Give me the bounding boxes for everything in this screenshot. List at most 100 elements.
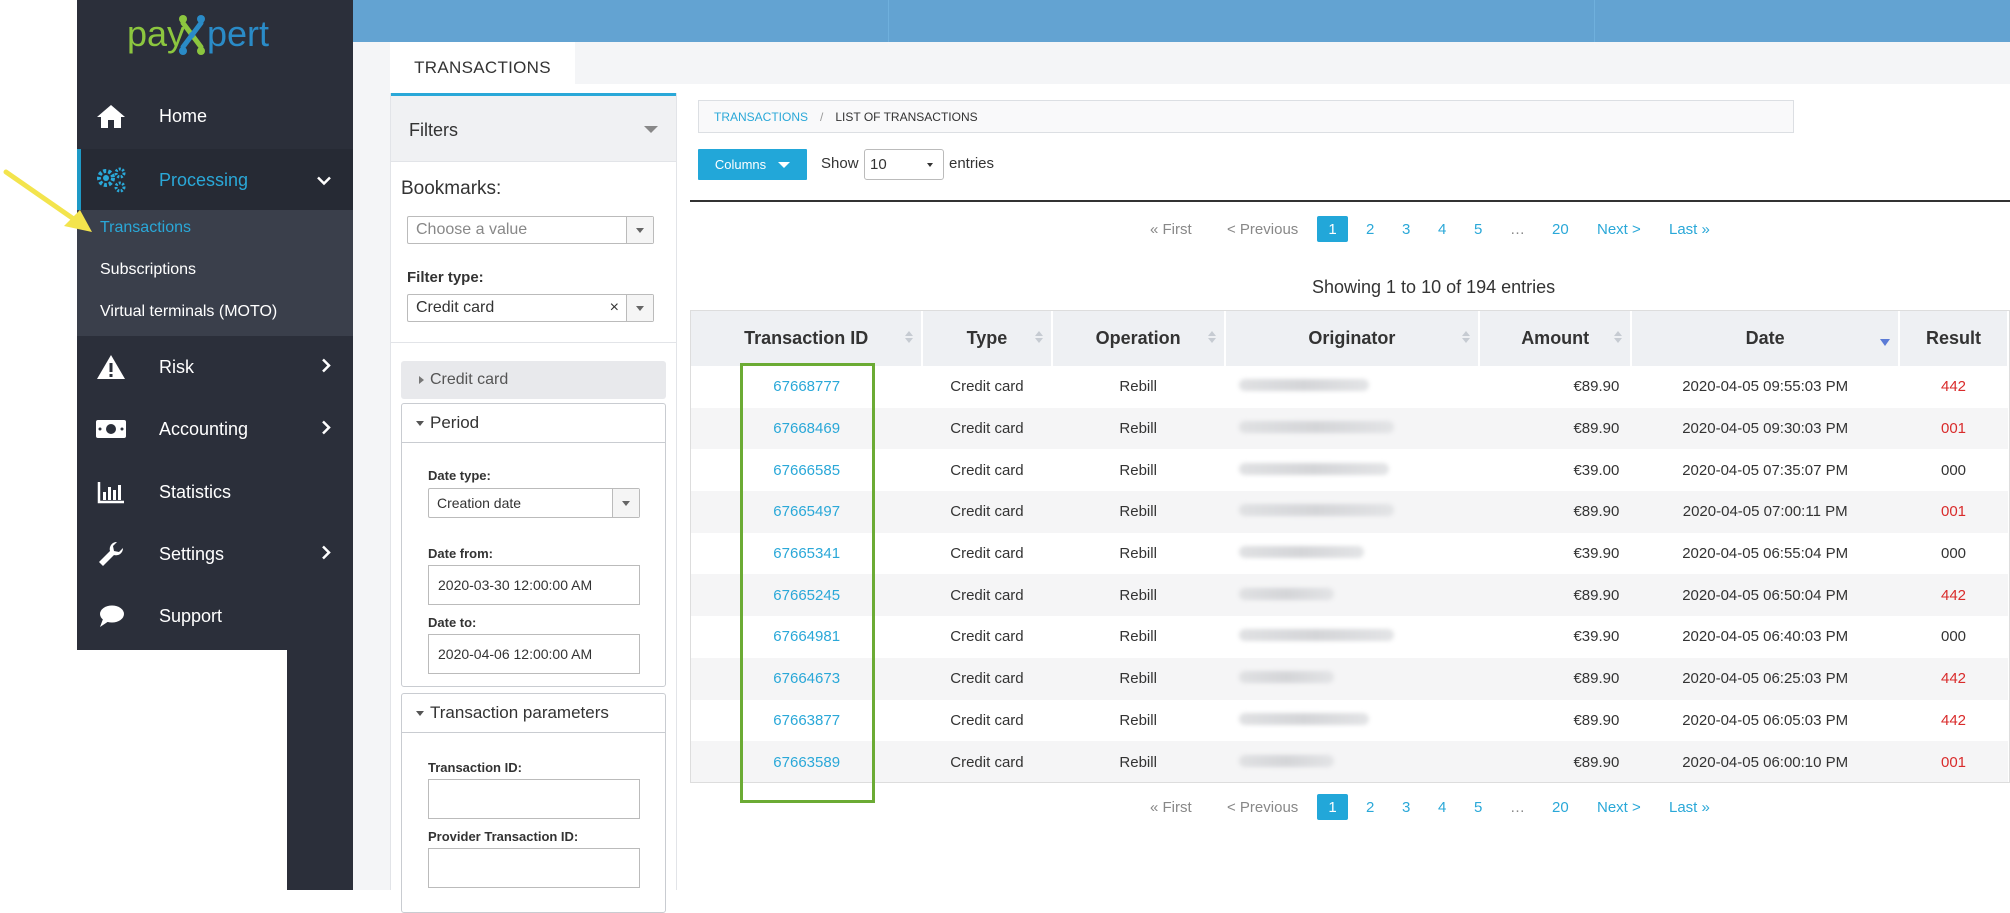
pager-previous[interactable]: < Previous xyxy=(1227,799,1317,816)
cell-amount: €89.90 xyxy=(1573,711,1620,729)
pager-previous[interactable]: < Previous xyxy=(1227,221,1317,238)
section-credit-card[interactable]: Credit card xyxy=(401,361,666,399)
payxpert-logo[interactable]: pay pert xyxy=(77,0,353,80)
pager-page-1[interactable]: 1 xyxy=(1317,216,1348,242)
cell-transaction-id[interactable]: 67664981 xyxy=(691,616,922,658)
col-header-operation[interactable]: Operation xyxy=(1051,311,1226,366)
nav-processing[interactable]: Processing xyxy=(77,149,353,211)
cell-transaction-id[interactable]: 67665245 xyxy=(691,574,923,617)
col-header-date[interactable]: Date xyxy=(1631,311,1901,366)
cell-transaction-id[interactable]: 67663589 xyxy=(691,741,923,782)
cell-transaction-id[interactable]: 67663877 xyxy=(691,700,922,742)
nav-statistics[interactable]: Statistics xyxy=(77,461,353,523)
cell-originator-redacted xyxy=(1225,700,1479,742)
pager-page-1[interactable]: 1 xyxy=(1317,794,1348,820)
cell-transaction-id[interactable]: 67668777 xyxy=(691,366,922,408)
nav-home[interactable]: Home xyxy=(77,85,353,147)
filter-type-select[interactable]: Credit card × xyxy=(407,294,654,322)
pager-page-3[interactable]: 3 xyxy=(1402,799,1438,816)
transaction-id-input[interactable] xyxy=(428,779,640,819)
caret-down-icon xyxy=(778,161,791,168)
cell-date: 2020-04-05 09:30:03 PM xyxy=(1631,407,1900,450)
cell-originator-redacted xyxy=(1225,533,1479,575)
clear-icon[interactable]: × xyxy=(610,299,619,317)
sort-icon xyxy=(905,331,914,343)
section-transaction-parameters-header[interactable]: Transaction parameters xyxy=(402,694,665,733)
table-row[interactable]: 67668469 Credit card Rebill €89.90 2020-04-0… xyxy=(691,407,2008,450)
pager-page-4[interactable]: 4 xyxy=(1438,221,1474,238)
cell-date: 2020-04-05 06:50:04 PM xyxy=(1631,574,1900,617)
submenu-virtual-terminals[interactable]: Virtual terminals (MOTO) xyxy=(100,303,277,321)
show-label: Show xyxy=(821,155,859,172)
page-size-select[interactable]: 10 xyxy=(864,149,944,180)
cell-type: Credit card xyxy=(950,628,1024,646)
bookmarks-select[interactable]: Choose a value xyxy=(407,216,654,244)
cell-date: 2020-04-05 07:35:07 PM xyxy=(1682,461,1849,479)
cell-operation: Rebill xyxy=(1051,407,1225,450)
pager-page-2[interactable]: 2 xyxy=(1366,799,1402,816)
cell-amount: €39.90 xyxy=(1573,545,1620,563)
table-row[interactable]: 67664981 Credit card Rebill €39.90 2020-04-0… xyxy=(691,616,2008,658)
pager-page-5[interactable]: 5 xyxy=(1474,221,1510,238)
col-header-result[interactable]: Result xyxy=(1899,311,2009,366)
caret-down-icon xyxy=(927,163,933,167)
col-header-type[interactable]: Type xyxy=(922,311,1053,366)
bar-chart-icon xyxy=(94,480,128,504)
table-row[interactable]: 67665341 Credit card Rebill €39.90 2020-04-0… xyxy=(691,533,2008,575)
pager-next[interactable]: Next > xyxy=(1597,799,1669,816)
table-row[interactable]: 67668777 Credit card Rebill €89.90 2020-04-0… xyxy=(691,366,2008,408)
filters-header[interactable]: Filters xyxy=(391,93,676,161)
cell-amount: €89.90 xyxy=(1479,657,1632,700)
pager-page-last-number[interactable]: 20 xyxy=(1552,221,1597,238)
pager-last[interactable]: Last » xyxy=(1669,221,1710,238)
cell-type: Credit card xyxy=(950,711,1024,729)
table-row[interactable]: 67663589 Credit card Rebill €89.90 2020-04-0… xyxy=(691,741,2008,782)
cell-originator-redacted xyxy=(1225,449,1479,491)
date-from-input[interactable]: 2020-03-30 12:00:00 AM xyxy=(428,565,640,605)
nav-settings-label: Settings xyxy=(159,543,225,564)
columns-button[interactable]: Columns xyxy=(698,149,807,180)
date-type-select[interactable]: Creation date xyxy=(428,488,640,518)
provider-transaction-id-input[interactable] xyxy=(428,848,640,888)
nav-accounting[interactable]: Accounting xyxy=(77,398,353,460)
submenu-transactions[interactable]: Transactions xyxy=(100,219,191,237)
pager-page-4[interactable]: 4 xyxy=(1438,799,1474,816)
table-row[interactable]: 67666585 Credit card Rebill €39.00 2020-04-0… xyxy=(691,449,2008,491)
date-to-input[interactable]: 2020-04-06 12:00:00 AM xyxy=(428,634,640,674)
cell-transaction-id[interactable]: 67665341 xyxy=(691,533,922,575)
cell-result: 442 xyxy=(1941,711,1967,729)
page-tab-transactions[interactable]: TRANSACTIONS xyxy=(390,42,575,94)
pager-page-2[interactable]: 2 xyxy=(1366,221,1402,238)
submenu-subscriptions[interactable]: Subscriptions xyxy=(100,261,196,279)
date-to-label: Date to: xyxy=(428,615,477,630)
col-header-amount[interactable]: Amount xyxy=(1479,311,1633,366)
pager-page-last-number[interactable]: 20 xyxy=(1552,799,1597,816)
breadcrumb-transactions-link[interactable]: TRANSACTIONS xyxy=(714,110,808,124)
transactions-table: Transaction ID Type Operation Originator… xyxy=(690,310,2010,783)
cell-type: Credit card xyxy=(950,461,1024,479)
col-header-originator[interactable]: Originator xyxy=(1224,311,1481,366)
pager-page-3[interactable]: 3 xyxy=(1402,221,1438,238)
nav-statistics-label: Statistics xyxy=(159,481,232,502)
nav-support[interactable]: Support xyxy=(77,585,353,647)
table-row[interactable]: 67665245 Credit card Rebill €89.90 2020-04-0… xyxy=(691,574,2008,617)
nav-settings[interactable]: Settings xyxy=(77,523,353,585)
breadcrumb: TRANSACTIONS / LIST OF TRANSACTIONS xyxy=(698,100,1794,133)
section-period-header[interactable]: Period xyxy=(402,404,665,443)
pager-last[interactable]: Last » xyxy=(1669,799,1710,816)
table-row[interactable]: 67665497 Credit card Rebill €89.90 2020-04-0… xyxy=(691,491,2008,533)
cell-transaction-id[interactable]: 67665497 xyxy=(691,491,923,533)
cell-transaction-id[interactable]: 67668469 xyxy=(691,407,923,450)
pager-first[interactable]: « First xyxy=(1150,799,1227,816)
col-header-transaction-id[interactable]: Transaction ID xyxy=(691,311,924,366)
table-row[interactable]: 67664673 Credit card Rebill €89.90 2020-04-0… xyxy=(691,657,2008,700)
pager-next[interactable]: Next > xyxy=(1597,221,1669,238)
table-row[interactable]: 67663877 Credit card Rebill €89.90 2020-04-0… xyxy=(691,700,2008,742)
nav-risk[interactable]: Risk xyxy=(77,336,353,398)
cell-type: Credit card xyxy=(922,741,1052,782)
cell-transaction-id[interactable]: 67664673 xyxy=(691,657,923,700)
pager-page-5[interactable]: 5 xyxy=(1474,799,1510,816)
cell-transaction-id[interactable]: 67666585 xyxy=(691,449,922,491)
pager-first[interactable]: « First xyxy=(1150,221,1227,238)
cell-type: Credit card xyxy=(922,657,1052,700)
